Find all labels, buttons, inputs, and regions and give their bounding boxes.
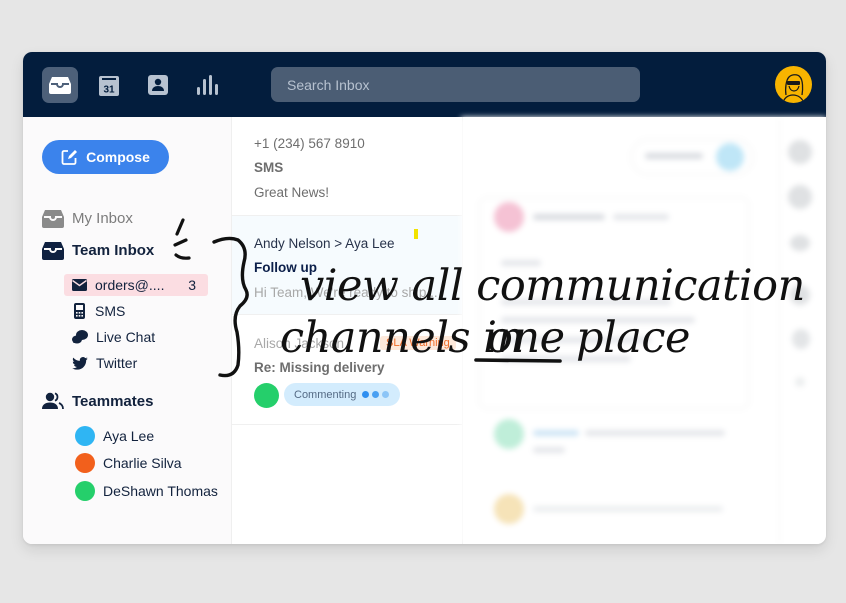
compose-label: Compose <box>86 149 150 165</box>
message-list: +1 (234) 567 8910 SMS Great News! Andy N… <box>231 117 463 544</box>
channel-label: orders@.... <box>95 277 165 293</box>
rail-icon <box>788 185 812 209</box>
avatar <box>494 202 524 232</box>
sla-warning-badge: SLA Warning <box>380 336 456 350</box>
message-from: Andy Nelson > Aya Lee <box>254 236 395 251</box>
envelope-icon <box>72 279 87 291</box>
channel-label: Live Chat <box>96 329 156 345</box>
teammates-label: Teammates <box>72 392 154 410</box>
inbox-icon <box>42 210 64 228</box>
teammate-aya-lee[interactable]: Aya Lee <box>67 425 211 447</box>
channel-live-chat[interactable]: Live Chat <box>64 326 208 348</box>
user-avatar-icon <box>782 74 805 103</box>
teammate-deshawn-thomas[interactable]: DeShawn Thomas <box>67 480 227 502</box>
teammate-name: DeShawn Thomas <box>103 483 218 499</box>
channel-sms[interactable]: SMS <box>64 300 208 322</box>
compose-button[interactable]: Compose <box>42 140 169 174</box>
channel-label: SMS <box>95 303 126 319</box>
avatar <box>494 494 524 524</box>
rail-icon <box>795 377 805 387</box>
inbox-icon <box>49 77 71 94</box>
inbox-icon <box>42 242 64 260</box>
team-inbox-label: Team Inbox <box>72 242 155 259</box>
twitter-icon <box>72 356 88 370</box>
bar-chart-icon <box>197 75 218 95</box>
teammates-icon <box>42 392 64 410</box>
svg-text:31: 31 <box>103 84 115 95</box>
app-window: 31 Search Inbox Compose My Inbox Team In… <box>23 52 826 544</box>
top-bar: 31 <box>23 52 826 117</box>
rail-icon <box>790 235 810 251</box>
commenting-label: Commenting <box>294 388 357 401</box>
message-from: Alison Jackson <box>254 336 345 351</box>
nav-contacts-button[interactable] <box>140 67 176 103</box>
typing-indicator <box>362 391 390 398</box>
teammate-name: Charlie Silva <box>103 455 182 471</box>
message-channel: SMS <box>254 160 284 175</box>
compose-icon <box>61 149 78 165</box>
my-inbox-label: My Inbox <box>72 210 133 227</box>
message-preview: Hi Team, We're ready to ship... <box>254 285 438 300</box>
rail-icon <box>790 285 810 305</box>
message-item-selected[interactable]: Andy Nelson > Aya Lee Follow up Hi Team,… <box>232 216 462 314</box>
phone-icon <box>74 303 85 319</box>
avatar <box>75 453 95 473</box>
calendar-icon: 31 <box>99 75 119 96</box>
avatar <box>75 481 95 501</box>
nav-inbox-button[interactable] <box>42 67 78 103</box>
message-subject: Follow up <box>254 260 317 275</box>
rail-icon <box>792 329 810 349</box>
contact-icon <box>148 75 168 95</box>
nav-calendar-button[interactable]: 31 <box>91 67 127 103</box>
search-input[interactable] <box>271 67 640 102</box>
commenting-status: Commenting <box>284 383 400 406</box>
avatar <box>254 383 279 408</box>
teammate-name: Aya Lee <box>103 428 155 444</box>
sidebar: Compose My Inbox Team Inbox orders@.... … <box>23 117 231 544</box>
chat-bubbles-icon <box>72 329 88 343</box>
channel-label: Twitter <box>96 355 138 371</box>
channel-twitter[interactable]: Twitter <box>64 352 208 374</box>
channel-orders-email[interactable]: orders@.... 3 <box>64 274 208 296</box>
message-subject: Re: Missing delivery <box>254 360 385 375</box>
sidebar-item-team-inbox[interactable]: Team Inbox <box>42 241 154 260</box>
nav-analytics-button[interactable] <box>189 67 225 103</box>
message-item[interactable]: +1 (234) 567 8910 SMS Great News! <box>232 117 462 215</box>
message-from: +1 (234) 567 8910 <box>254 136 365 151</box>
user-avatar[interactable] <box>775 66 812 103</box>
conversation-detail-blurred <box>461 117 826 544</box>
sidebar-item-my-inbox[interactable]: My Inbox <box>42 209 133 228</box>
rail-icon <box>788 140 812 164</box>
right-rail-divider <box>779 117 780 544</box>
avatar <box>494 419 524 449</box>
sidebar-teammates-header[interactable]: Teammates <box>42 392 153 410</box>
message-preview: Great News! <box>254 185 330 200</box>
cursor-marker <box>414 229 418 239</box>
divider <box>232 424 462 425</box>
teammate-charlie-silva[interactable]: Charlie Silva <box>67 452 211 474</box>
avatar <box>75 426 95 446</box>
avatar <box>716 143 744 171</box>
unread-count-badge: 3 <box>188 277 196 293</box>
